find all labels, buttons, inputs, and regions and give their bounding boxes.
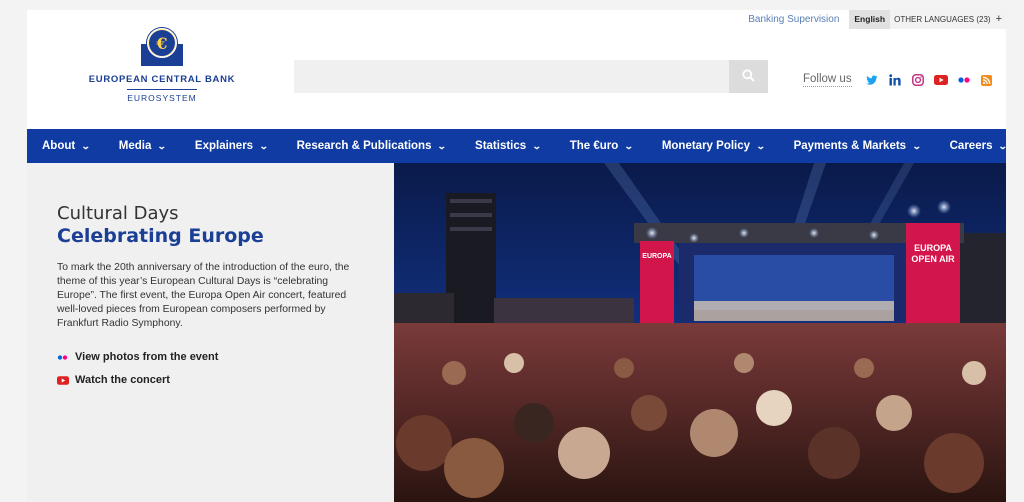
chevron-down-icon: ⌄ [157, 140, 168, 151]
concert-photo[interactable]: EUROPA EUROPA OPEN AIR [394, 163, 1006, 502]
linkedin-icon[interactable] [888, 73, 902, 87]
hero-section: Cultural Days Celebrating Europe To mark… [27, 163, 1006, 502]
banking-supervision-link[interactable]: Banking Supervision [748, 14, 839, 25]
flickr-icon [57, 354, 69, 360]
follow-us-label: Follow us [803, 73, 852, 87]
nav-item-media[interactable]: Media ⌄ [104, 129, 168, 163]
hero-title: Celebrating Europe [57, 225, 264, 247]
rss-icon[interactable] [980, 73, 994, 87]
nav-item-monetary-policy[interactable]: Monetary Policy ⌄ [647, 129, 766, 163]
other-languages-button[interactable]: OTHER LANGUAGES (23) + [890, 10, 1006, 29]
social-follow: Follow us [803, 73, 994, 87]
other-languages-label: OTHER LANGUAGES (23) [894, 15, 991, 24]
concert-photo-illustration: EUROPA EUROPA OPEN AIR [394, 163, 1006, 502]
banner-right-line2: OPEN AIR [911, 254, 955, 264]
hero-kicker: Cultural Days [57, 203, 179, 224]
ecb-emblem-icon: € [141, 28, 183, 66]
chevron-down-icon: ⌄ [624, 140, 634, 151]
chevron-down-icon: ⌄ [911, 140, 922, 151]
nav-item-about[interactable]: About ⌄ [27, 129, 91, 163]
search-bar [294, 60, 768, 93]
site-header: € EUROPEAN CENTRAL BANK EUROSYSTEM Banki… [27, 10, 1006, 129]
search-input[interactable] [294, 60, 729, 93]
youtube-icon[interactable] [933, 73, 948, 87]
logo-divider [127, 89, 197, 90]
top-links: Banking Supervision English OTHER LANGUA… [748, 10, 1006, 29]
view-photos-link[interactable]: View photos from the event [57, 351, 364, 363]
chevron-down-icon: ⌄ [755, 140, 766, 151]
watch-concert-label: Watch the concert [75, 374, 170, 386]
banner-left-text: EUROPA [642, 253, 671, 260]
chevron-down-icon: ⌄ [258, 140, 269, 151]
nav-item-research-publications[interactable]: Research & Publications ⌄ [282, 129, 448, 163]
main-navigation: About ⌄ Media ⌄ Explainers ⌄ Research & Pub… [27, 129, 1006, 163]
nav-item-euro[interactable]: The €uro ⌄ [555, 129, 634, 163]
page: € EUROPEAN CENTRAL BANK EUROSYSTEM Banki… [27, 10, 1006, 502]
nav-item-statistics[interactable]: Statistics ⌄ [460, 129, 542, 163]
search-button[interactable] [729, 60, 768, 93]
nav-item-payments-markets[interactable]: Payments & Markets ⌄ [779, 129, 922, 163]
nav-item-explainers[interactable]: Explainers ⌄ [180, 129, 269, 163]
flickr-icon[interactable] [957, 73, 971, 87]
instagram-icon[interactable] [911, 73, 925, 87]
watch-concert-link[interactable]: Watch the concert [57, 374, 364, 386]
twitter-icon[interactable] [865, 73, 879, 87]
chevron-down-icon: ⌄ [998, 141, 1006, 152]
logo-name: EUROPEAN CENTRAL BANK [88, 74, 236, 85]
chevron-down-icon: ⌄ [81, 140, 91, 151]
nav-item-careers[interactable]: Careers⌄ [935, 129, 1006, 163]
logo-subtitle: EUROSYSTEM [127, 93, 197, 103]
hero-links: View photos from the event Watch the con… [57, 351, 364, 386]
chevron-down-icon: ⌄ [437, 140, 448, 151]
search-icon [742, 68, 755, 85]
plus-icon: + [995, 13, 1002, 25]
language-current[interactable]: English [849, 10, 891, 29]
youtube-icon [57, 375, 69, 385]
chevron-down-icon: ⌄ [532, 140, 542, 151]
hero-text-panel: Cultural Days Celebrating Europe To mark… [27, 163, 394, 502]
ecb-logo[interactable]: € EUROPEAN CENTRAL BANK EUROSYSTEM [77, 28, 247, 103]
hero-description: To mark the 20th anniversary of the intr… [57, 262, 350, 329]
banner-right-line1: EUROPA [914, 243, 952, 253]
view-photos-label: View photos from the event [75, 351, 219, 363]
